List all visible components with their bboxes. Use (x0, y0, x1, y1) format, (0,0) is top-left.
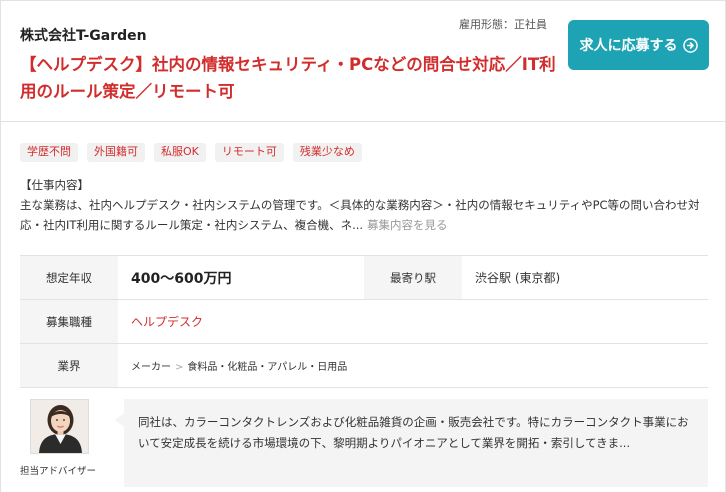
job-info-table: 想定年収 400〜600万円 最寄り駅 渋谷駅 (東京都) 募集職種 ヘルプデス… (20, 255, 708, 388)
position-value[interactable]: ヘルプデスク (118, 299, 708, 344)
station-value: 渋谷駅 (東京都) (462, 255, 708, 300)
tag: 外国籍可 (87, 143, 145, 162)
table-row: 募集職種 ヘルプデスク (20, 299, 708, 344)
tag: 学歴不問 (20, 143, 78, 162)
chevron-right-icon: > (175, 362, 184, 373)
industry-value: メーカー > 食料品・化粧品・アパレル・日用品 (118, 343, 708, 388)
company-name[interactable]: 株式会社T-Garden (20, 27, 147, 45)
apply-button[interactable]: 求人に応募する (568, 20, 709, 70)
feature-tags: 学歴不問 外国籍可 私服OK リモート可 残業少なめ (20, 143, 371, 162)
tag: リモート可 (214, 143, 284, 162)
see-more-link[interactable]: 募集内容を見る (367, 218, 448, 232)
station-label: 最寄り駅 (364, 255, 462, 300)
tag: 私服OK (154, 143, 206, 162)
apply-button-label: 求人に応募する (579, 38, 678, 54)
advisor-avatar (30, 399, 89, 454)
employment-type: 雇用形態：正社員 (459, 18, 547, 31)
job-description: 主な業務は、社内ヘルプデスク・社内システムの管理です。＜具体的な業務内容＞・社内… (20, 196, 710, 235)
table-row: 想定年収 400〜600万円 最寄り駅 渋谷駅 (東京都) (20, 255, 708, 300)
table-row: 業界 メーカー > 食料品・化粧品・アパレル・日用品 (20, 343, 708, 388)
description-heading: 【仕事内容】 (20, 178, 89, 192)
circle-arrow-right-icon (682, 37, 698, 53)
job-card: 株式会社T-Garden 雇用形態：正社員 【ヘルプデスク】社内の情報セキュリテ… (0, 0, 726, 492)
advisor-comment: 同社は、カラーコンタクトレンズおよび化粧品雑貨の企画・販売会社です。特にカラーコ… (115, 399, 708, 487)
advisor-label: 担当アドバイザー (20, 466, 97, 477)
industry-label: 業界 (20, 343, 118, 388)
position-label: 募集職種 (20, 299, 118, 344)
job-title[interactable]: 【ヘルプデスク】社内の情報セキュリティ・PCなどの問合せ対応／IT利用のルール策… (20, 51, 560, 105)
salary-label: 想定年収 (20, 255, 118, 300)
industry-child: 食料品・化粧品・アパレル・日用品 (187, 362, 348, 373)
salary-value: 400〜600万円 (118, 255, 364, 300)
description-text: 主な業務は、社内ヘルプデスク・社内システムの管理です。＜具体的な業務内容＞・社内… (20, 198, 700, 232)
tag: 残業少なめ (292, 143, 362, 162)
industry-parent: メーカー (131, 362, 171, 373)
job-header: 株式会社T-Garden 雇用形態：正社員 【ヘルプデスク】社内の情報セキュリテ… (1, 1, 725, 122)
